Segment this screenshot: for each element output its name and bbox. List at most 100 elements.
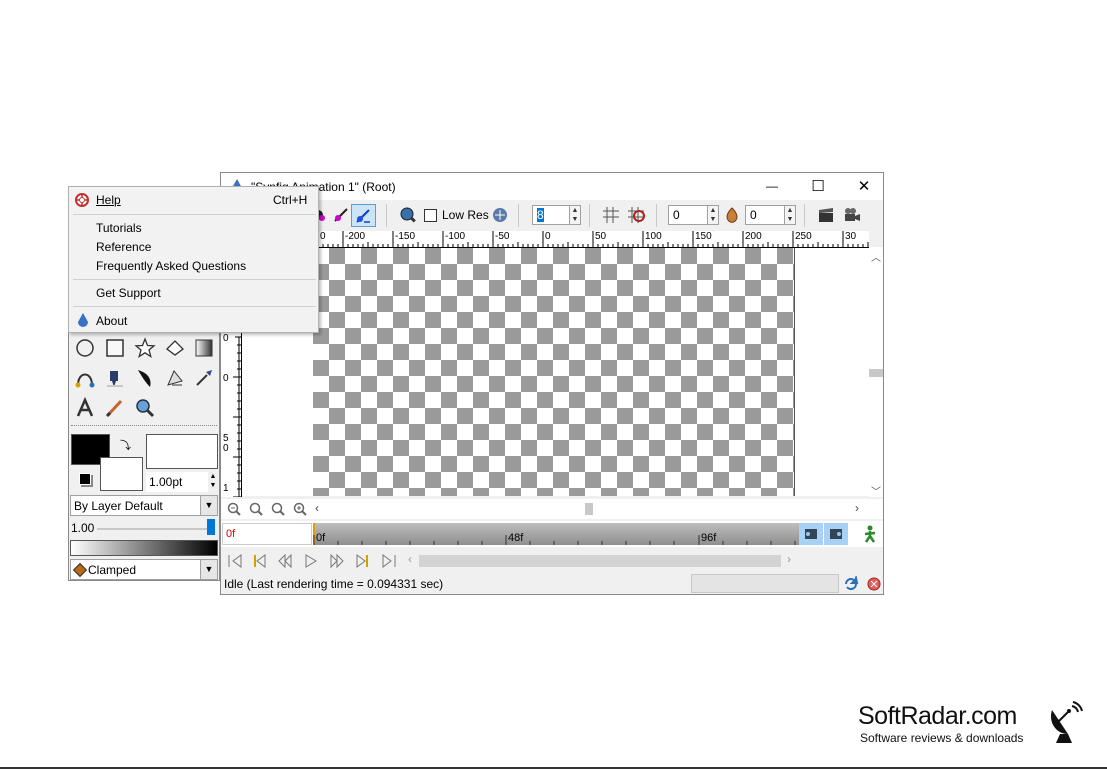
stop-render-icon[interactable] xyxy=(866,576,882,595)
clapperboard-icon[interactable] xyxy=(817,206,835,224)
maximize-button[interactable]: ☐ xyxy=(795,173,841,200)
interpolation-select[interactable]: Clamped ▼ xyxy=(70,559,218,580)
zoom-and-hscroll-row: ‹ › xyxy=(221,499,883,519)
swap-colors-icon[interactable]: ⤵ xyxy=(120,437,131,453)
menu-item-reference[interactable]: Reference xyxy=(96,240,151,254)
cutout-tool-icon[interactable] xyxy=(164,367,186,389)
ruler-tick-label: 1 xyxy=(223,483,229,494)
blend-method-select[interactable]: By Layer Default ▼ xyxy=(70,495,218,516)
onion-skin-icon[interactable] xyxy=(723,206,741,224)
future-onion-spinner[interactable]: 0 xyxy=(745,205,785,225)
grid-icon[interactable] xyxy=(602,206,620,224)
current-time-field[interactable]: 0f xyxy=(222,523,312,545)
toggle-ducks-button[interactable] xyxy=(351,204,376,227)
title-bar[interactable]: "Synfig Animation 1" (Root) — ☐ ✕ xyxy=(221,173,883,200)
brush-tool-icon[interactable] xyxy=(104,397,126,419)
chevron-down-icon: ▼ xyxy=(200,496,217,515)
draw-tool-icon[interactable] xyxy=(134,367,156,389)
scroll-down-icon[interactable]: ﹀ xyxy=(871,483,881,498)
circle-tool-icon[interactable] xyxy=(74,337,96,359)
quality-spinner-arrows[interactable]: ▲ ▼ xyxy=(569,205,581,225)
animation-mode-icon[interactable] xyxy=(861,525,879,546)
quality-value: 8 xyxy=(537,208,544,222)
ruler-tick-label: -150 xyxy=(395,231,416,242)
ruler-tick-label: 0 xyxy=(320,231,326,242)
scroll-left-icon[interactable]: ‹ xyxy=(315,501,319,515)
hscroll-thumb[interactable] xyxy=(585,503,593,515)
default-gradient-swatch[interactable] xyxy=(70,540,218,556)
timebar-scroll-right-icon[interactable]: › xyxy=(787,552,791,566)
outline-width-field[interactable]: 1.00pt xyxy=(146,472,208,492)
synfig-logo-icon xyxy=(77,313,89,330)
zoom-out-icon[interactable] xyxy=(227,502,241,519)
horizontal-ruler: 0 -200 -150 -100 -50 0 50 100 150 200 25… xyxy=(313,231,869,248)
fill-color-swatch[interactable] xyxy=(100,457,143,491)
star-tool-icon[interactable] xyxy=(134,337,156,359)
timebar-scroll-thumb[interactable] xyxy=(419,555,781,567)
refresh-icon[interactable] xyxy=(843,574,859,595)
low-res-checkbox[interactable] xyxy=(424,209,437,222)
ruler-tick-label: -50 xyxy=(495,231,510,242)
menu-item-help[interactable]: Help xyxy=(96,193,121,207)
seek-next-keyframe-icon[interactable] xyxy=(355,553,371,572)
scroll-thumb[interactable] xyxy=(869,369,883,377)
seek-prev-frame-icon[interactable] xyxy=(277,553,293,572)
seek-prev-keyframe-icon[interactable] xyxy=(251,553,267,572)
past-onion-arrows[interactable]: ▲ ▼ xyxy=(707,205,719,225)
keyframe-lock-future-button[interactable] xyxy=(824,523,848,545)
scroll-up-icon[interactable]: ︿ xyxy=(871,249,881,264)
minimize-button[interactable]: — xyxy=(749,173,795,200)
canvas-area[interactable] xyxy=(313,248,795,496)
ruler-tick-label: 0 xyxy=(223,443,229,454)
seek-begin-icon[interactable] xyxy=(227,553,243,572)
close-button[interactable]: ✕ xyxy=(841,173,887,200)
spline-tool-icon[interactable] xyxy=(74,367,96,389)
reset-colors-icon[interactable] xyxy=(79,473,91,485)
future-onion-arrows[interactable]: ▲ ▼ xyxy=(784,205,796,225)
menu-item-about[interactable]: About xyxy=(96,314,127,328)
show-handles-icon[interactable] xyxy=(332,206,350,224)
menu-item-label: Help xyxy=(96,193,121,207)
menu-separator xyxy=(73,306,316,307)
past-onion-value: 0 xyxy=(673,208,680,222)
timebar-scroll-left-icon[interactable]: ‹ xyxy=(408,552,412,566)
zoom-fit-icon[interactable] xyxy=(249,502,263,519)
camera-icon[interactable] xyxy=(843,206,861,224)
menu-item-get-support[interactable]: Get Support xyxy=(96,286,161,300)
scroll-right-icon[interactable]: › xyxy=(855,501,859,515)
text-tool-icon[interactable] xyxy=(74,396,96,419)
fill-tool-icon[interactable] xyxy=(104,367,126,389)
preview-quality-icon[interactable] xyxy=(491,206,509,224)
outline-width-arrows[interactable]: ▲ ▼ xyxy=(208,472,218,492)
status-text: Idle (Last rendering time = 0.094331 sec… xyxy=(224,577,444,591)
play-icon[interactable] xyxy=(303,553,319,572)
polygon-tool-icon[interactable] xyxy=(164,337,186,359)
seek-end-icon[interactable] xyxy=(381,553,397,572)
rectangle-tool-icon[interactable] xyxy=(104,337,126,359)
gradient-tool-icon[interactable] xyxy=(193,337,215,359)
vertical-scrollbar[interactable]: ︿ ﹀ xyxy=(869,247,883,498)
menu-item-faq[interactable]: Frequently Asked Questions xyxy=(96,259,246,273)
opacity-slider-handle[interactable] xyxy=(207,519,215,535)
zoom-100-icon[interactable] xyxy=(271,502,285,519)
opacity-slider-track[interactable] xyxy=(97,528,207,530)
zoom-in-icon[interactable] xyxy=(293,502,307,519)
lifebuoy-icon xyxy=(75,193,89,210)
eyedropper-tool-icon[interactable] xyxy=(193,367,215,389)
playback-bar: ‹ › xyxy=(221,549,883,573)
menu-item-tutorials[interactable]: Tutorials xyxy=(96,221,142,235)
ruler-tick-label: 30 xyxy=(845,231,857,242)
render-icon[interactable] xyxy=(399,206,417,224)
low-res-label: Low Res xyxy=(442,208,489,222)
snap-grid-icon[interactable] xyxy=(627,206,645,224)
render-progress-bar xyxy=(691,574,839,593)
clamped-diamond-icon xyxy=(72,562,88,578)
watermark-title: SoftRadar.com xyxy=(858,702,1017,730)
ruler-tick-label: 250 xyxy=(795,231,812,242)
quality-spinner[interactable]: 8 xyxy=(532,205,570,225)
time-track[interactable]: 0f 48f 96f xyxy=(313,523,799,545)
past-onion-spinner[interactable]: 0 xyxy=(668,205,708,225)
zoom-tool-icon[interactable] xyxy=(134,397,156,419)
keyframe-lock-past-button[interactable] xyxy=(799,523,823,545)
seek-next-frame-icon[interactable] xyxy=(329,553,345,572)
